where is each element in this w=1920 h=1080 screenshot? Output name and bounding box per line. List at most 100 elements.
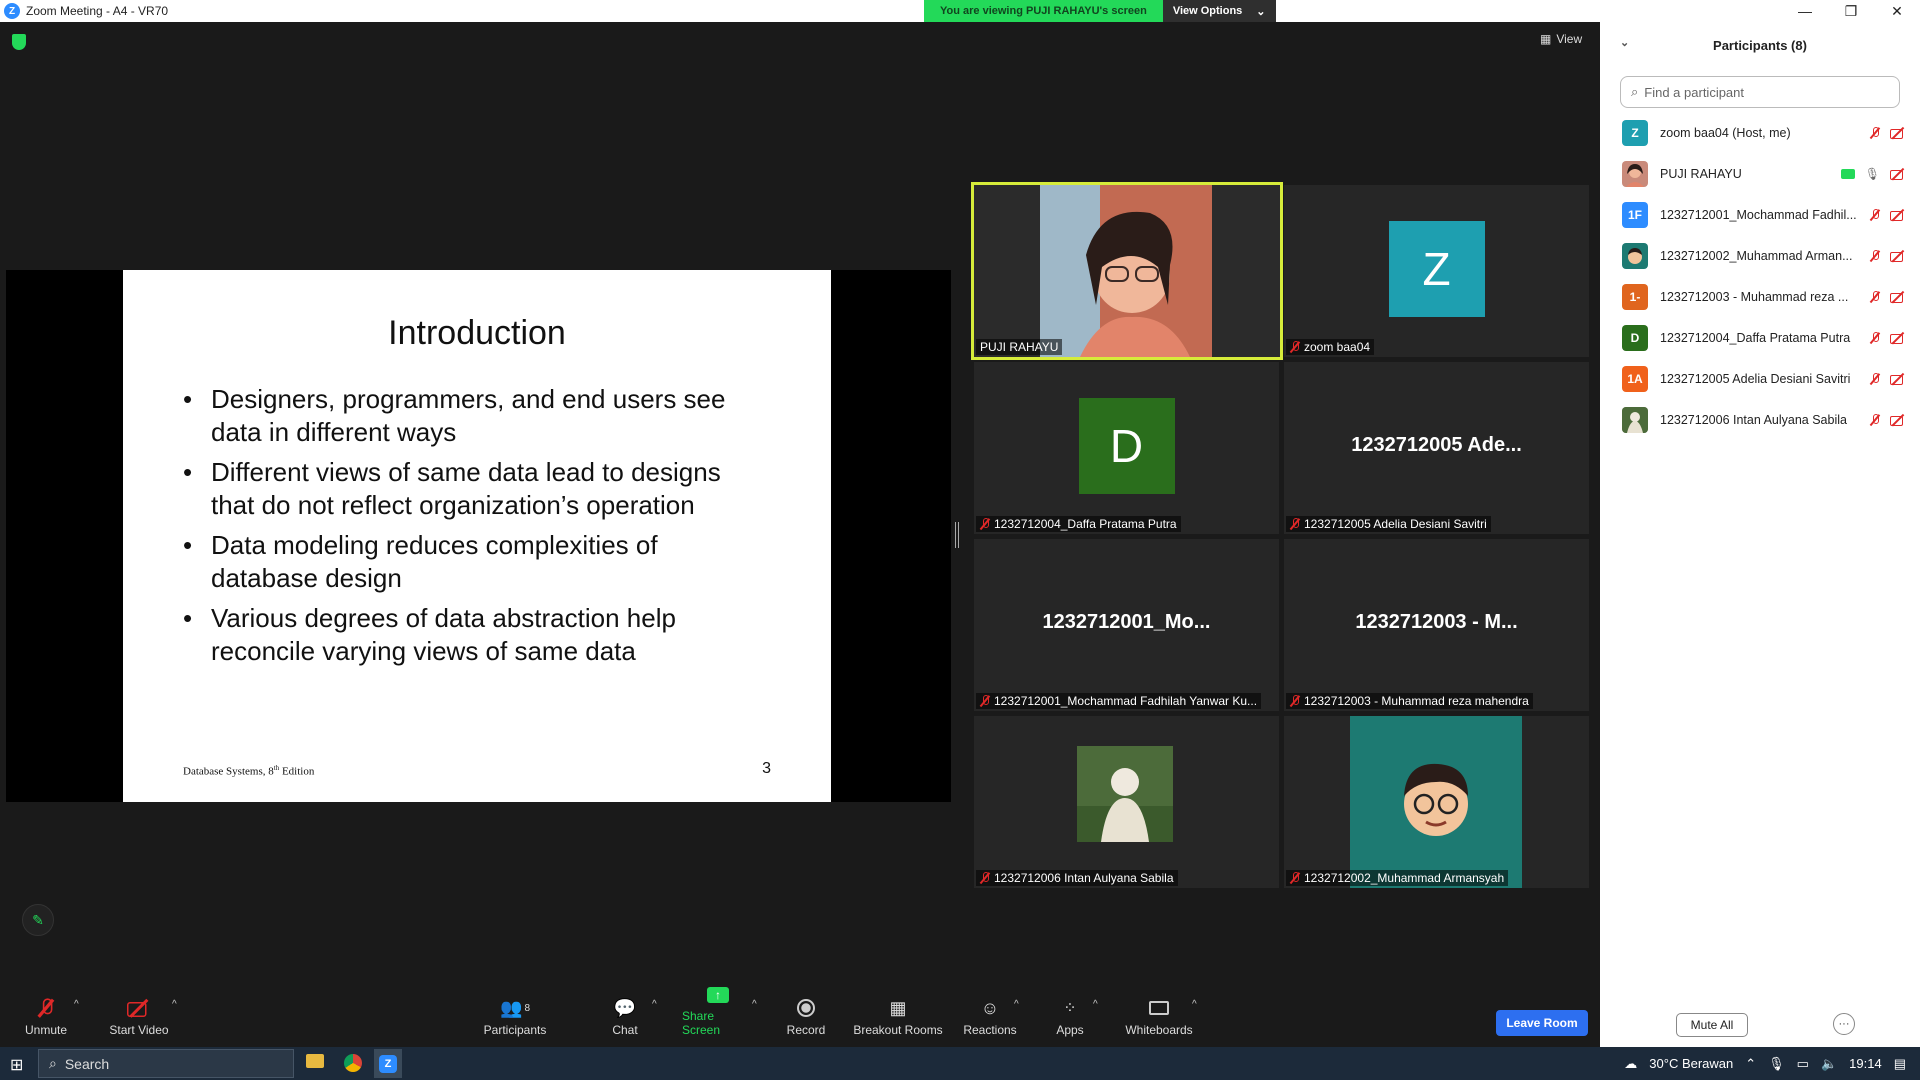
mic-muted-icon [1870, 290, 1880, 303]
split-resize-handle[interactable] [955, 522, 959, 548]
view-options-button[interactable]: View Options ⌄ [1162, 0, 1276, 22]
slide-bullets: Designers, programmers, and end users se… [183, 383, 771, 668]
annotate-pencil-icon[interactable]: ✎ [22, 904, 54, 936]
participant-row[interactable]: 1- 1232712003 - Muhammad reza ... [1600, 276, 1920, 317]
tile-name-label: PUJI RAHAYU [976, 339, 1063, 355]
slide-bullet: Various degrees of data abstraction help… [183, 602, 771, 668]
clock[interactable]: 19:14 [1849, 1056, 1882, 1071]
meeting-toolbar: Unmute ^ Start Video ^ 👥 8 Participants 💬… [0, 985, 1600, 1047]
mute-all-button[interactable]: Mute All [1676, 1013, 1748, 1037]
windows-start-icon[interactable]: ⊞ [10, 1055, 23, 1075]
mic-muted-icon [1870, 413, 1880, 426]
avatar: Z [1622, 119, 1648, 146]
participant-row[interactable]: 1232712002_Muhammad Arman... [1600, 235, 1920, 276]
reactions-caret[interactable]: ^ [1014, 999, 1019, 1010]
tile-name-label: 1232712005 Adelia Desiani Savitri [1286, 516, 1491, 532]
volume-icon[interactable]: 🔈 [1821, 1056, 1837, 1072]
participant-row[interactable]: PUJI RAHAYU 🎙 [1600, 153, 1920, 194]
search-icon: ⌕ [49, 1055, 57, 1071]
apps-button[interactable]: ⁘ Apps [1052, 985, 1088, 1047]
participant-row[interactable]: 1A 1232712005 Adelia Desiani Savitri [1600, 358, 1920, 399]
more-options-button[interactable]: ··· [1833, 1013, 1855, 1035]
chat-options-caret[interactable]: ^ [652, 999, 657, 1010]
video-tile-zoom-baa04[interactable]: Z zoom baa04 [1284, 185, 1589, 357]
participant-search-input[interactable]: ⌕ Find a participant [1620, 76, 1900, 108]
mic-muted-icon [1290, 695, 1300, 707]
chrome-icon[interactable] [344, 1054, 362, 1072]
close-button[interactable]: ✕ [1874, 0, 1920, 22]
participants-button[interactable]: 👥 8 Participants [480, 985, 550, 1047]
view-button[interactable]: ▦ View [1540, 32, 1582, 46]
system-tray: ☁ 30°C Berawan ⌃ 🎙 ▭ 🔈 19:14 ▤ [1624, 1047, 1906, 1080]
breakout-rooms-icon: ▦ [889, 997, 907, 1018]
share-options-caret[interactable]: ^ [752, 999, 757, 1010]
participant-row[interactable]: Z zoom baa04 (Host, me) [1600, 112, 1920, 153]
share-screen-button[interactable]: ↑ Share Screen [682, 985, 754, 1047]
minimize-button[interactable]: — [1782, 0, 1828, 22]
mic-muted-icon [1290, 341, 1300, 353]
video-tile-muhammad-reza[interactable]: 1232712003 - M... 1232712003 - Muhammad … [1284, 539, 1589, 711]
notifications-icon[interactable]: ▤ [1894, 1056, 1906, 1072]
avatar [1622, 160, 1648, 187]
tile-display-name: 1232712005 Ade... [1351, 434, 1522, 456]
mic-muted-icon [1290, 872, 1300, 884]
maximize-button[interactable]: ❐ [1828, 0, 1874, 22]
leave-room-button[interactable]: Leave Room [1496, 1010, 1588, 1036]
chevron-down-icon: ⌄ [1256, 5, 1266, 18]
mic-muted-icon [1290, 518, 1300, 530]
avatar [1622, 242, 1648, 269]
avatar: D [1078, 398, 1175, 494]
whiteboards-button[interactable]: Whiteboards [1124, 985, 1194, 1047]
participants-panel: ⌄ Participants (8) ⌕ Find a participant … [1600, 22, 1920, 1047]
window-controls: — ❐ ✕ [1782, 0, 1920, 22]
tile-name-label: 1232712001_Mochammad Fadhilah Yanwar Ku.… [976, 693, 1262, 709]
reactions-button[interactable]: ☺ Reactions [962, 985, 1018, 1047]
slide-bullet: Data modeling reduces complexities of da… [183, 529, 771, 595]
chat-icon: 💬 [613, 997, 637, 1018]
breakout-rooms-button[interactable]: ▦ Breakout Rooms [852, 985, 944, 1047]
video-tile-puji-rahayu[interactable]: PUJI RAHAYU [971, 182, 1283, 360]
video-tile-mochammad[interactable]: 1232712001_Mo... 1232712001_Mochammad Fa… [974, 539, 1279, 711]
avatar [1622, 406, 1648, 433]
slide-page-number: 3 [762, 760, 771, 777]
file-explorer-icon[interactable] [306, 1054, 324, 1068]
video-options-caret[interactable]: ^ [172, 999, 177, 1010]
video-tile-adelia[interactable]: 1232712005 Ade... 1232712005 Adelia Desi… [1284, 362, 1589, 534]
unmute-button[interactable]: Unmute [20, 985, 72, 1047]
taskbar-search-input[interactable]: ⌕ Search [38, 1049, 294, 1078]
whiteboards-caret[interactable]: ^ [1192, 999, 1197, 1010]
mic-muted-icon [980, 695, 990, 707]
participant-row[interactable]: D 1232712004_Daffa Pratama Putra [1600, 317, 1920, 358]
chevron-up-icon[interactable]: ⌃ [1745, 1056, 1756, 1072]
participant-row[interactable]: 1232712006 Intan Aulyana Sabila [1600, 399, 1920, 440]
tile-name-label: 1232712002_Muhammad Armansyah [1286, 870, 1509, 886]
audio-options-caret[interactable]: ^ [74, 999, 79, 1010]
record-button[interactable]: Record [786, 985, 826, 1047]
video-tile-intan[interactable]: 1232712006 Intan Aulyana Sabila [974, 716, 1279, 888]
panel-title: Participants (8) [1713, 37, 1807, 53]
tile-name-label: zoom baa04 [1286, 339, 1375, 355]
window-title: Zoom Meeting - A4 - VR70 [26, 4, 169, 18]
start-video-button[interactable]: Start Video [104, 985, 174, 1047]
encryption-shield-icon[interactable] [12, 34, 26, 50]
video-off-icon [1890, 414, 1906, 426]
video-off-icon [1890, 209, 1906, 221]
search-icon: ⌕ [1631, 84, 1639, 99]
video-tile-daffa[interactable]: D 1232712004_Daffa Pratama Putra [974, 362, 1279, 534]
record-icon [794, 997, 818, 1019]
weather-text[interactable]: 30°C Berawan [1649, 1056, 1733, 1071]
chat-button[interactable]: 💬 Chat [605, 985, 645, 1047]
mic-icon: 🎙 [1864, 166, 1880, 181]
chevron-down-icon[interactable]: ⌄ [1620, 36, 1629, 49]
mic-muted-icon [1870, 372, 1880, 385]
weather-icon: ☁ [1624, 1055, 1638, 1071]
slide-bullet: Different views of same data lead to des… [183, 456, 771, 522]
mic-muted-icon [1870, 331, 1880, 344]
viewing-banner: You are viewing PUJI RAHAYU's screen Vie… [924, 0, 1276, 22]
apps-caret[interactable]: ^ [1093, 999, 1098, 1010]
tile-name-label: 1232712006 Intan Aulyana Sabila [976, 870, 1178, 886]
network-icon[interactable]: ▭ [1797, 1056, 1809, 1072]
video-tile-armansyah[interactable]: 1232712002_Muhammad Armansyah [1284, 716, 1589, 888]
zoom-taskbar-icon[interactable]: Z [374, 1049, 402, 1078]
participant-row[interactable]: 1F 1232712001_Mochammad Fadhil... [1600, 194, 1920, 235]
